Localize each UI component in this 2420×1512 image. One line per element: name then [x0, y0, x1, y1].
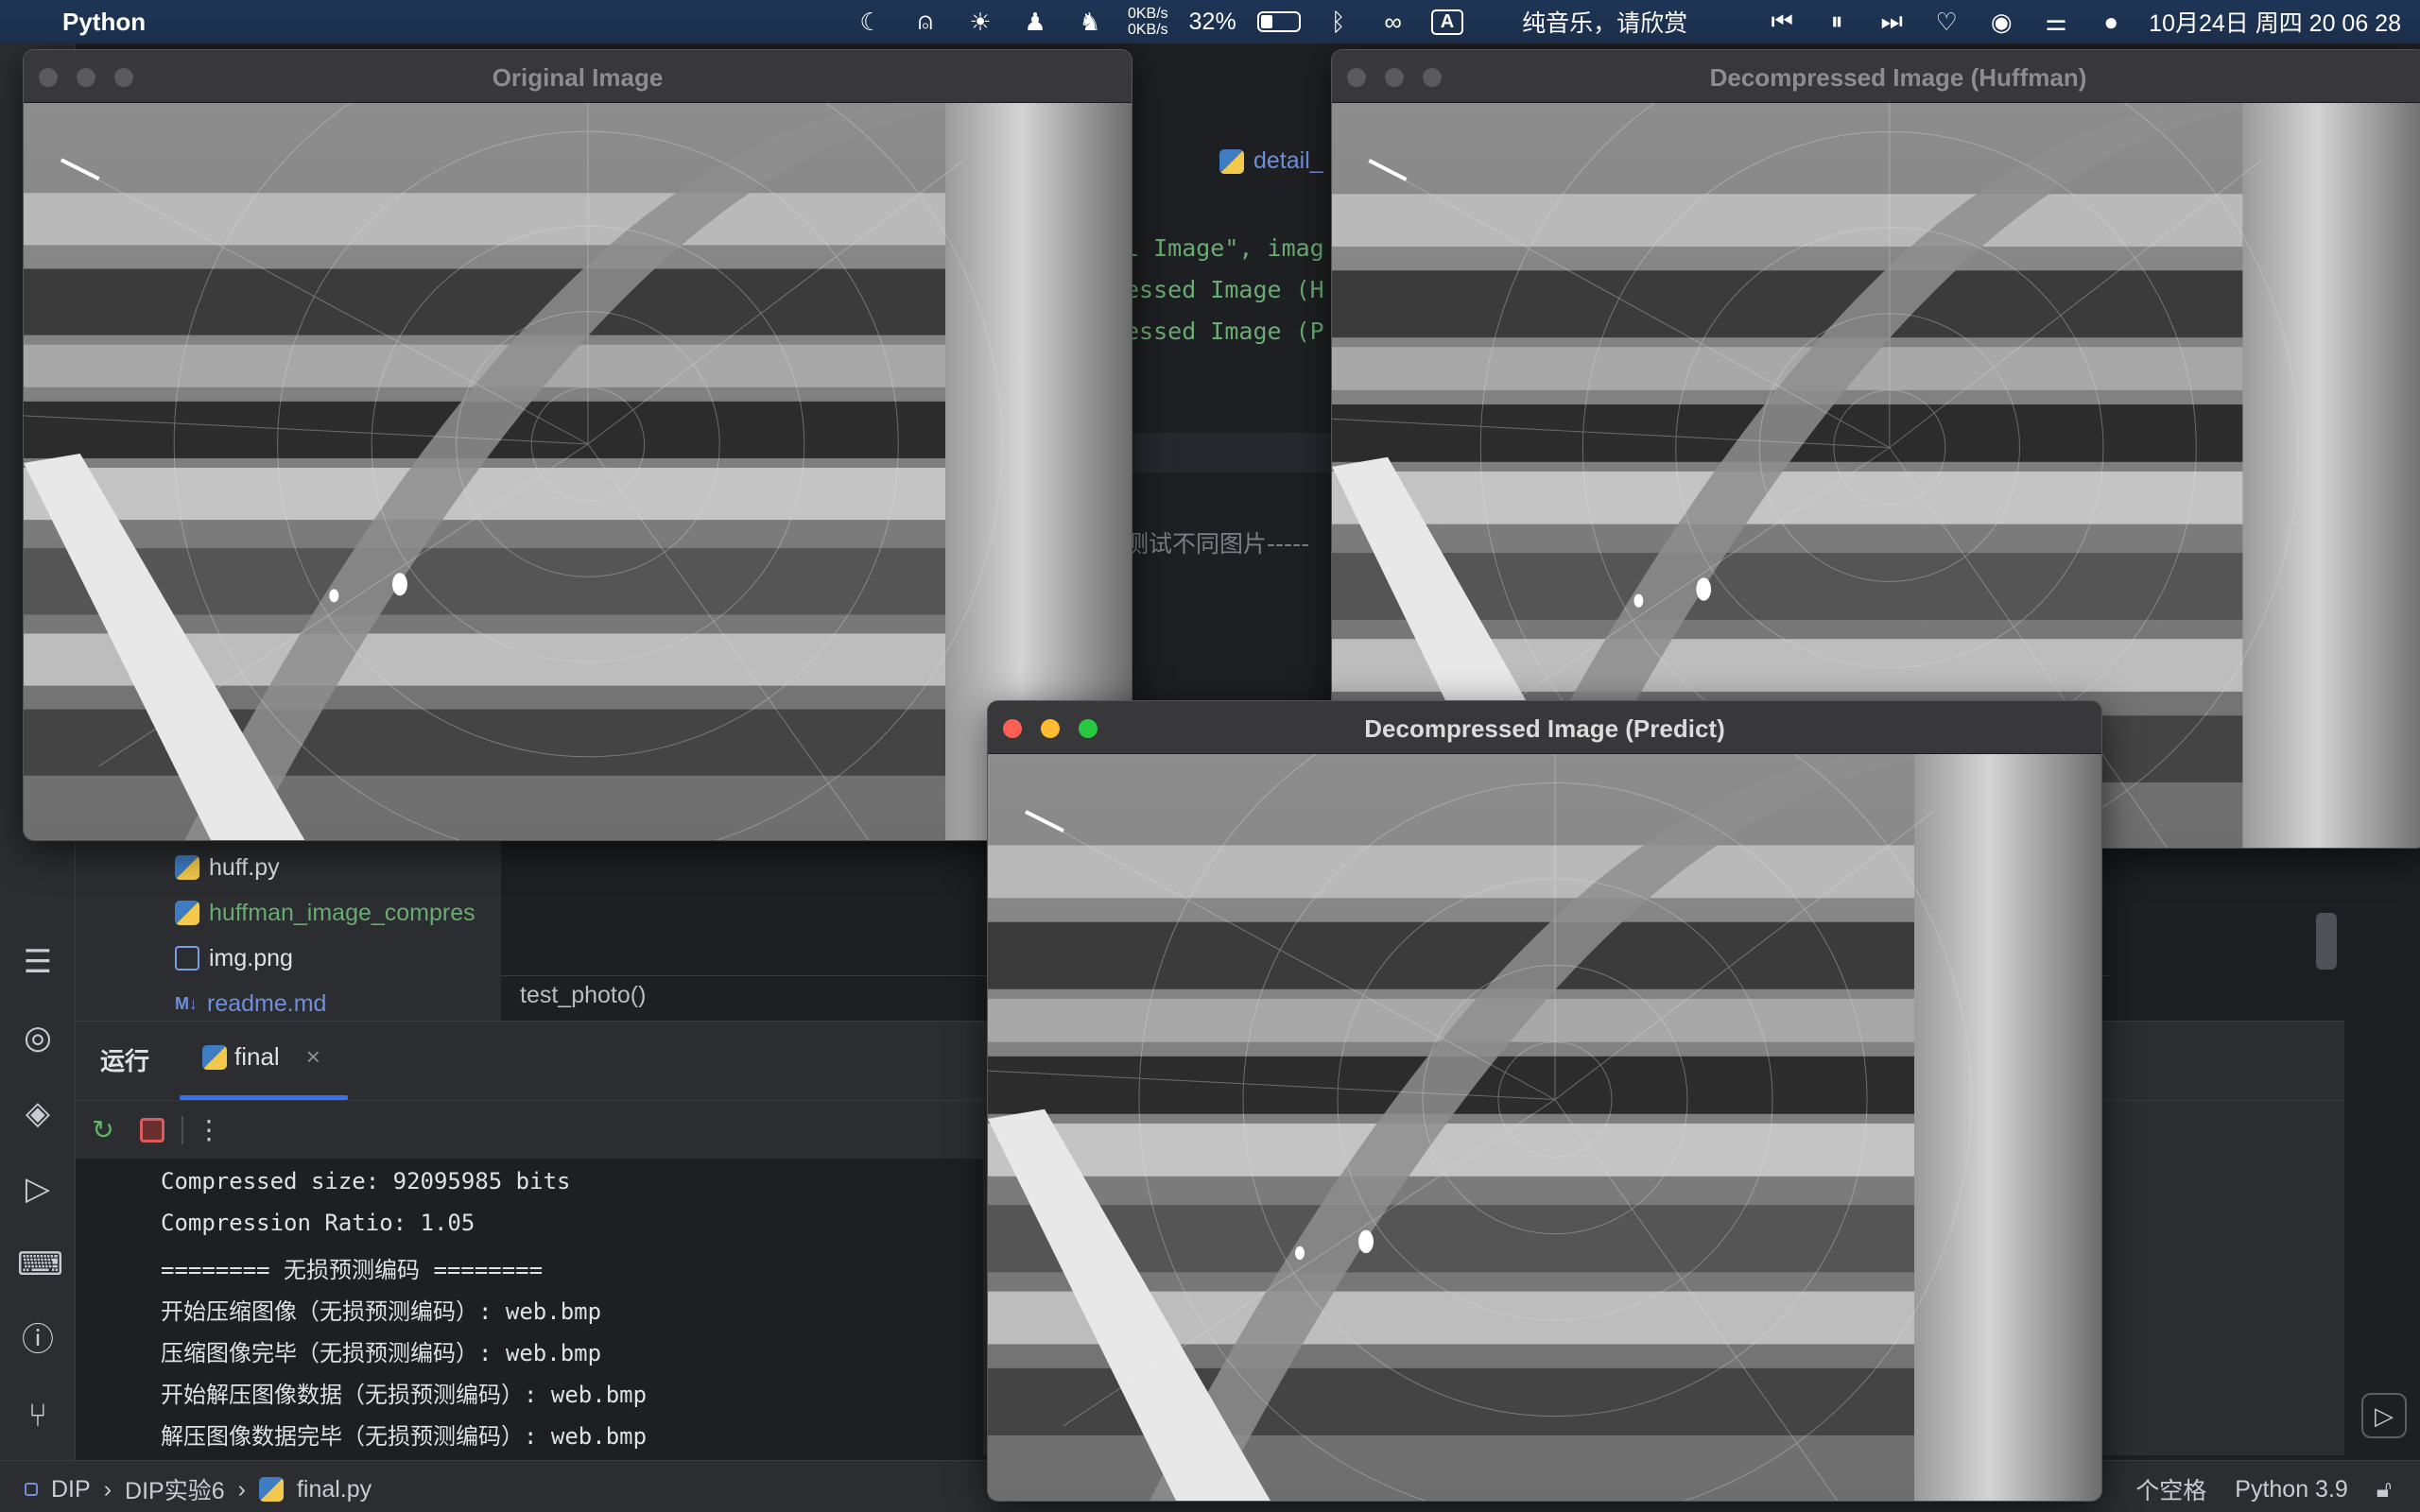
problems-icon[interactable]: ⓘ — [17, 1319, 59, 1361]
close-tab-icon[interactable]: × — [306, 1042, 320, 1072]
window-original-image[interactable]: Original Image — [23, 49, 1132, 841]
breadcrumb-item[interactable]: DIP实验6 — [125, 1472, 225, 1506]
cat-icon[interactable]: ♞ — [1073, 8, 1107, 37]
layers-icon[interactable]: ◈ — [17, 1092, 59, 1134]
lock-icon[interactable]: 🔓︎ — [2377, 1476, 2392, 1503]
spider-web-image — [988, 754, 2101, 1501]
console-output[interactable]: Compressed size: 92095985 bits Compressi… — [76, 1159, 983, 1461]
image-file-icon — [175, 946, 199, 971]
git-icon[interactable]: ⑂ — [17, 1395, 59, 1436]
python-console-icon[interactable]: ◎ — [17, 1017, 59, 1058]
window-decompressed-predict[interactable]: Decompressed Image (Predict) — [987, 700, 2102, 1502]
window-title: Original Image — [492, 63, 664, 92]
editor-tab[interactable]: detail_ — [1219, 147, 1323, 175]
console-line: 解压图像数据完毕（无损预测编码）: web.bmp — [161, 1423, 648, 1450]
console-line: Compression Ratio: 1.05 — [161, 1210, 475, 1236]
python-file-icon — [1219, 148, 1244, 174]
project-file-tree: huff.py huffman_image_compres img.png M↓… — [76, 832, 501, 1021]
services-icon[interactable]: ▷ — [17, 1168, 59, 1210]
window-title: Decompressed Image (Huffman) — [1709, 63, 2087, 92]
tree-item-label: huffman_image_compres — [209, 899, 475, 926]
active-tab-indicator — [180, 1095, 348, 1100]
code-line: essed Image (P — [1125, 318, 1324, 345]
tree-item-img[interactable]: img.png — [175, 937, 293, 979]
link-icon[interactable]: ∞ — [1376, 8, 1410, 37]
stop-button[interactable] — [140, 1118, 164, 1143]
console-line: ======== 无损预测编码 ======== — [161, 1257, 544, 1283]
python-file-icon — [258, 1477, 284, 1502]
rerun-icon[interactable]: ↻ — [87, 1114, 119, 1146]
tree-item-readme[interactable]: M↓ readme.md — [175, 983, 326, 1024]
sunrise-icon[interactable]: ☀ — [963, 8, 997, 37]
indent-setting[interactable]: 个空格 — [2135, 1472, 2206, 1506]
editor-tab-label: detail_ — [1253, 147, 1323, 174]
network-download: 0KB/s — [1127, 22, 1168, 38]
network-speed[interactable]: 0KB/s 0KB/s — [1128, 6, 1168, 38]
battery-icon[interactable] — [1256, 11, 1301, 32]
window-titlebar[interactable]: Decompressed Image (Predict) — [988, 701, 2101, 754]
airpods-icon[interactable]: ⍝ — [908, 7, 942, 37]
terminal-icon[interactable]: ⌨ — [17, 1244, 63, 1285]
chevron-right-icon: › — [237, 1475, 246, 1503]
next-track-icon[interactable]: ⏭ — [1875, 7, 1909, 37]
code-breadcrumb-label: test_photo() — [520, 982, 647, 1008]
spider-web-image — [24, 103, 1132, 840]
spider-web-photo — [988, 754, 2101, 1501]
python-interpreter[interactable]: Python 3.9 — [2235, 1476, 2348, 1503]
menu-bar: Python ☾ ⍝ ☀ ♟ ♞ 0KB/s 0KB/s 32% ᛒ ∞ A 纯音… — [0, 0, 2420, 43]
run-panel-title: 运行 — [100, 1047, 150, 1075]
python-file-icon — [175, 855, 199, 880]
tree-item-huffman-compress[interactable]: huffman_image_compres — [175, 892, 475, 934]
tree-item-huff[interactable]: huff.py — [175, 847, 280, 888]
now-playing-title[interactable]: 纯音乐，请欣赏 — [1522, 5, 1687, 39]
toolbar-divider — [182, 1116, 183, 1144]
battery-percent: 32% — [1188, 8, 1236, 35]
more-options-icon[interactable]: ⋮ — [193, 1114, 225, 1146]
battery-fill — [1260, 15, 1272, 28]
window-title: Decompressed Image (Predict) — [1364, 714, 1725, 743]
run-widget-button[interactable]: ▷ — [2361, 1393, 2407, 1438]
window-titlebar[interactable]: Decompressed Image (Huffman) — [1332, 50, 2420, 103]
run-tab-final[interactable]: final × — [202, 1042, 320, 1072]
clock[interactable]: 10月24日 周四 20 06 28 — [2149, 5, 2401, 39]
control-center-icon[interactable]: ⚌ — [2039, 8, 2073, 37]
module-icon — [25, 1483, 38, 1496]
python-file-icon — [175, 901, 199, 925]
spider-web-photo — [24, 103, 1132, 840]
tree-item-label: huff.py — [209, 853, 280, 881]
tree-item-label: readme.md — [207, 989, 327, 1017]
console-line: 压缩图像完毕（无损预测编码）: web.bmp — [161, 1340, 602, 1366]
python-file-icon — [202, 1044, 227, 1070]
window-titlebar[interactable]: Original Image — [24, 50, 1132, 103]
code-line: essed Image (H — [1125, 276, 1324, 303]
bluetooth-icon[interactable]: ᛒ — [1322, 8, 1356, 37]
code-line: l Image", imag — [1125, 234, 1324, 262]
console-line: 开始压缩图像（无损预测编码）: web.bmp — [161, 1298, 602, 1325]
tree-item-label: img.png — [209, 944, 293, 971]
moon-icon[interactable]: ☾ — [854, 8, 888, 37]
pause-icon[interactable]: ⏸ — [1820, 7, 1854, 37]
network-upload: 0KB/s — [1127, 6, 1168, 22]
siri-icon[interactable]: ● — [2094, 8, 2128, 37]
music-app-icon[interactable]: ◉ — [1984, 8, 2018, 37]
code-comment: 测试不同图片----- — [1125, 530, 1310, 558]
console-line: 开始解压图像数据（无损预测编码）: web.bmp — [161, 1382, 648, 1408]
menu-extras: ☾ ⍝ ☀ ♟ ♞ 0KB/s 0KB/s 32% ᛒ ∞ A 纯音乐，请欣赏 ⏮… — [854, 0, 2401, 43]
breadcrumb-item[interactable]: DIP — [51, 1476, 91, 1503]
chevron-right-icon: › — [103, 1475, 112, 1503]
breadcrumb-item[interactable]: final.py — [297, 1476, 372, 1503]
heart-icon[interactable]: ♡ — [1929, 8, 1963, 37]
breadcrumb: DIP › DIP实验6 › final.py — [25, 1472, 372, 1506]
run-tab-label: final — [234, 1042, 280, 1071]
app-menu-name[interactable]: Python — [62, 8, 146, 37]
structure-icon[interactable]: ☰ — [17, 941, 59, 983]
console-line: Compressed size: 92095985 bits — [161, 1168, 571, 1194]
qq-icon[interactable]: ♟ — [1018, 8, 1052, 37]
previous-track-icon[interactable]: ⏮ — [1765, 7, 1799, 37]
editor-scrollbar[interactable] — [2316, 913, 2337, 970]
markdown-icon: M↓ — [175, 993, 198, 1013]
input-method-icon[interactable]: A — [1430, 9, 1464, 35]
